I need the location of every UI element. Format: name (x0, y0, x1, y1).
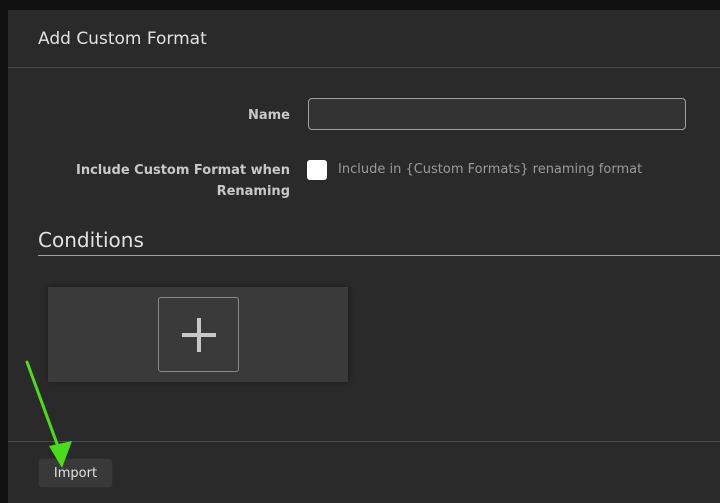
conditions-divider (38, 255, 720, 256)
add-condition-button[interactable] (158, 297, 239, 372)
plus-icon (181, 317, 216, 352)
include-when-renaming-checkbox[interactable] (307, 160, 327, 180)
footer-divider (8, 441, 720, 442)
add-custom-format-modal: Add Custom Format Name Include Custom Fo… (8, 10, 720, 503)
name-label: Name (247, 108, 290, 123)
modal-title: Add Custom Format (38, 28, 207, 49)
name-input[interactable] (308, 98, 686, 130)
import-button[interactable]: Import (38, 458, 113, 488)
conditions-title: Conditions (38, 228, 144, 252)
modal-header: Add Custom Format (8, 10, 720, 68)
include-when-renaming-label: Include Custom Format when Renaming (76, 163, 290, 199)
include-when-renaming-help: Include in {Custom Formats} renaming for… (338, 162, 643, 177)
add-condition-card[interactable] (48, 287, 348, 382)
